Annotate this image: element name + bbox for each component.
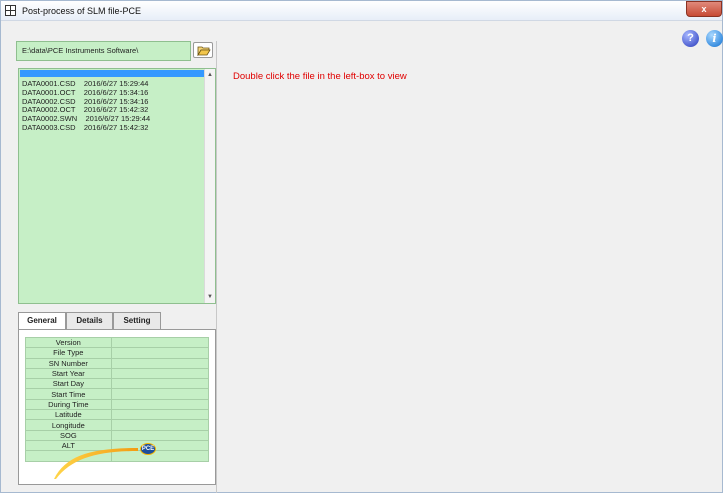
pce-logo: PCE [46, 441, 166, 489]
field-label: During Time [25, 398, 112, 411]
file-rows: DATA0001.CSD 2016/6/27 15:29:44 DATA0001.… [22, 79, 204, 133]
field-value [110, 429, 210, 441]
field-value [110, 357, 210, 369]
table-row: Start Time [25, 388, 210, 400]
selected-list-row[interactable] [20, 70, 205, 77]
scroll-down-arrow-icon[interactable]: ▼ [205, 292, 215, 302]
table-row: File Type [25, 347, 210, 359]
table-row: SOG [25, 429, 210, 441]
app-icon [5, 5, 16, 16]
info-icon[interactable]: i [706, 30, 723, 47]
field-value [110, 409, 210, 421]
field-value [110, 367, 210, 380]
field-value [110, 378, 210, 390]
table-row: SN Number [25, 357, 210, 369]
field-label: SN Number [25, 357, 112, 369]
field-value [110, 419, 210, 431]
close-button[interactable]: x [686, 1, 722, 17]
field-value [110, 347, 210, 359]
field-label: Start Year [25, 367, 112, 380]
pce-badge: PCE [140, 443, 156, 455]
scroll-up-arrow-icon[interactable]: ▲ [205, 70, 215, 80]
folder-path-field[interactable]: E:\data\PCE Instruments Software\ [16, 41, 191, 61]
table-row: Start Day [25, 378, 210, 390]
table-row: Version [25, 336, 210, 349]
field-label: Start Time [25, 388, 112, 400]
field-value [110, 388, 210, 400]
field-label: Longitude [25, 419, 112, 431]
info-tabs: General Details Setting [18, 312, 216, 330]
list-scrollbar[interactable]: ▲ ▼ [204, 69, 215, 303]
instruction-message: Double click the file in the left-box to… [233, 71, 407, 82]
open-folder-icon [197, 46, 211, 56]
table-row: During Time [25, 398, 210, 411]
list-item[interactable]: DATA0003.CSD 2016/6/27 15:42:32 [22, 123, 204, 133]
file-list-box[interactable]: DATA0001.CSD 2016/6/27 15:29:44 DATA0001.… [18, 68, 216, 304]
table-row: Start Year [25, 367, 210, 380]
table-row: Latitude [25, 409, 210, 421]
field-label: Version [25, 336, 112, 349]
table-row: Longitude [25, 419, 210, 431]
open-folder-button[interactable] [193, 42, 213, 58]
left-panel: E:\data\PCE Instruments Software\ DATA00… [16, 41, 217, 493]
title-bar: Post-process of SLM file-PCE x [1, 1, 722, 21]
field-label: SOG [25, 429, 112, 441]
field-label: Start Day [25, 378, 112, 390]
tab-setting[interactable]: Setting [113, 312, 161, 329]
tab-details[interactable]: Details [66, 312, 113, 329]
field-label: Latitude [25, 409, 112, 421]
help-icon[interactable]: ? [682, 30, 699, 47]
field-value [110, 398, 210, 411]
window-title: Post-process of SLM file-PCE [22, 6, 142, 16]
app-window: Post-process of SLM file-PCE x E:\data\P… [0, 0, 723, 493]
field-label: File Type [25, 347, 112, 359]
field-value [110, 336, 210, 349]
tab-general[interactable]: General [18, 312, 66, 330]
logo-swoosh-icon [54, 448, 138, 479]
